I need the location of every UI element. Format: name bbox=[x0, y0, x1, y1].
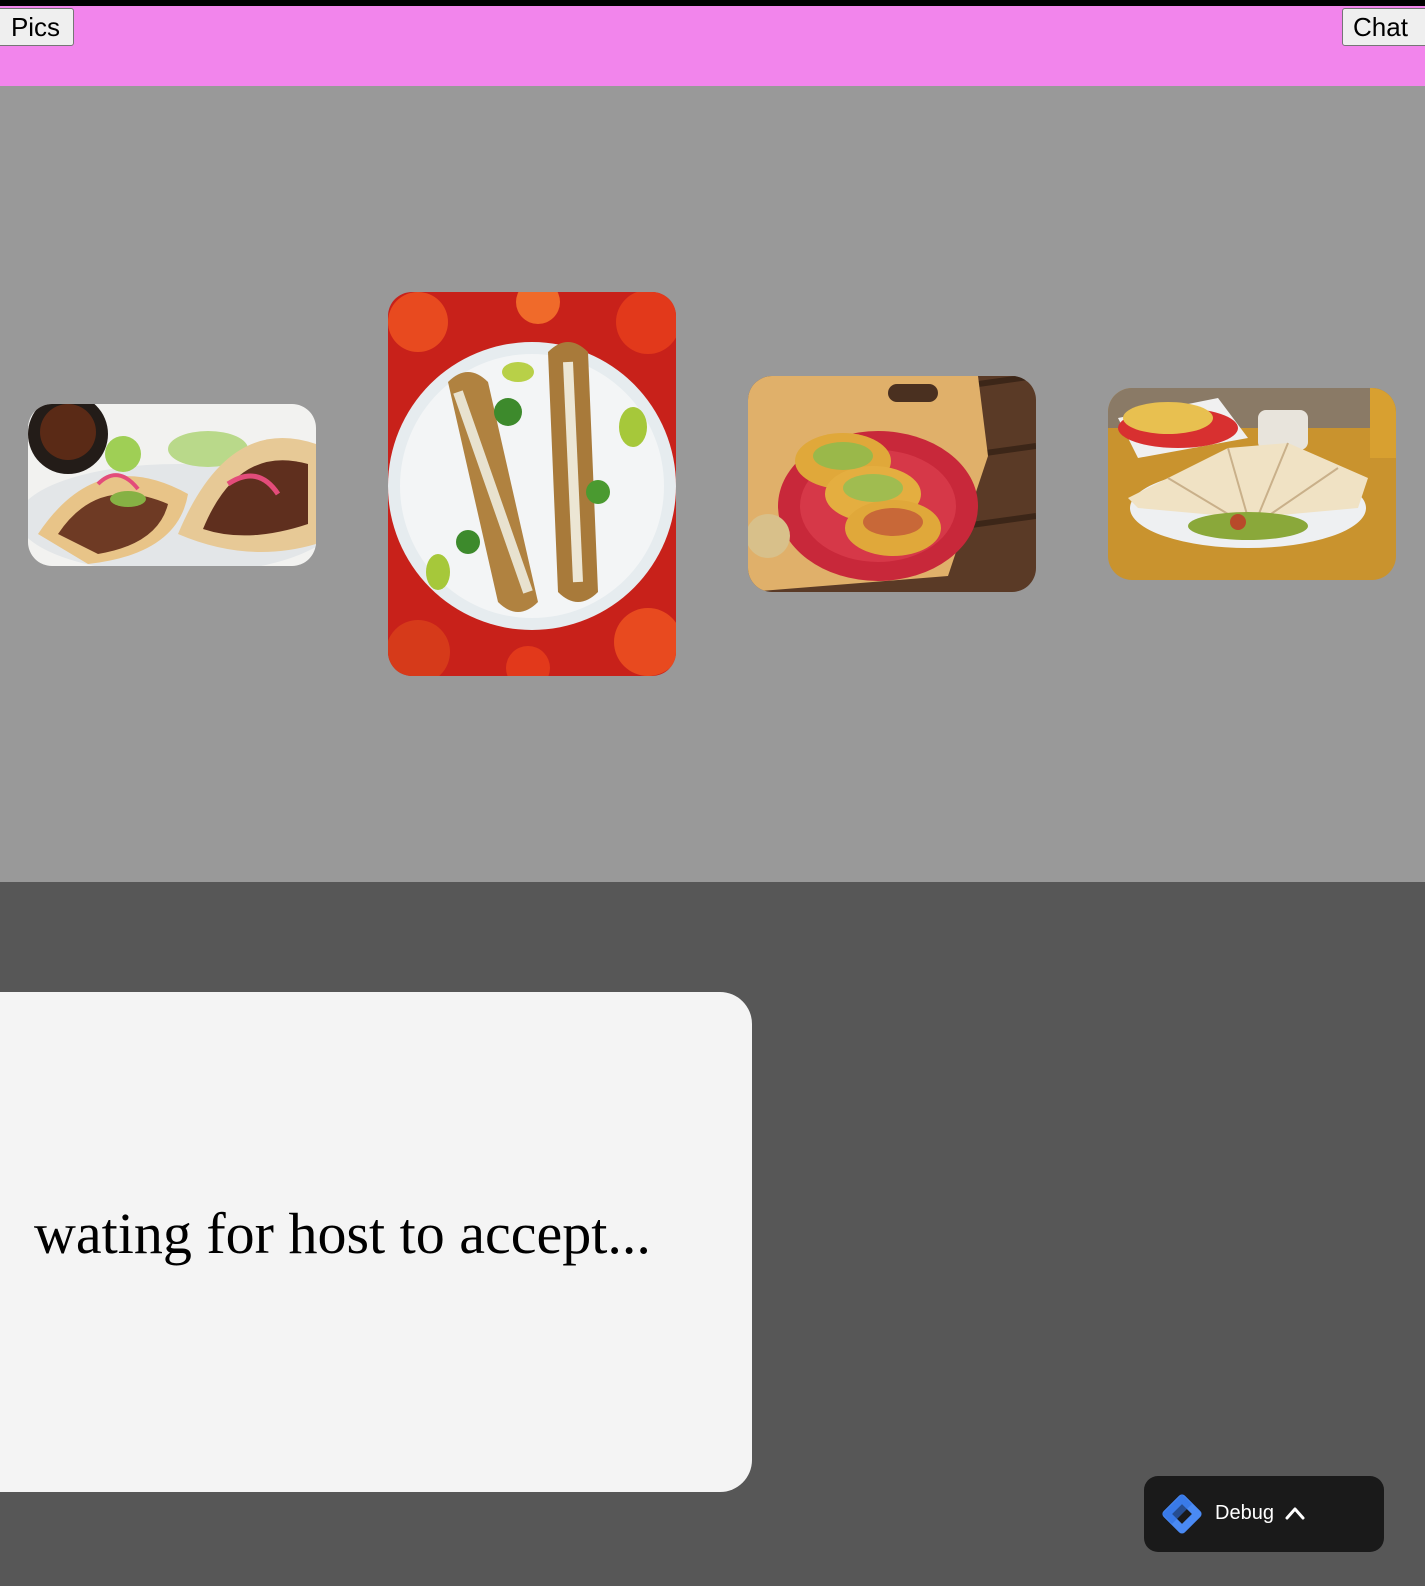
quesadilla-photo-image bbox=[1108, 388, 1396, 580]
tacos-photo[interactable] bbox=[28, 404, 316, 566]
photo-gallery bbox=[0, 86, 1425, 882]
tostadas-photo-image bbox=[748, 376, 1036, 592]
debug-label: Debug bbox=[1215, 1502, 1274, 1524]
chat-button[interactable]: Chat bbox=[1342, 8, 1425, 46]
tostadas-photo[interactable] bbox=[748, 376, 1036, 592]
elote-photo[interactable] bbox=[388, 292, 676, 676]
tacos-photo-image bbox=[28, 404, 316, 566]
tag-manager-diamond-icon bbox=[1162, 1494, 1202, 1534]
quesadilla-photo[interactable] bbox=[1108, 388, 1396, 580]
chevron-up-icon bbox=[1285, 1507, 1305, 1520]
status-card: wating for host to accept... bbox=[0, 992, 752, 1492]
header-bar: Pics Chat bbox=[0, 6, 1425, 86]
pics-button[interactable]: Pics bbox=[0, 8, 74, 46]
waiting-message: wating for host to accept... bbox=[34, 1201, 651, 1266]
elote-photo-image bbox=[388, 292, 676, 676]
debug-button[interactable]: Debug bbox=[1144, 1476, 1384, 1552]
